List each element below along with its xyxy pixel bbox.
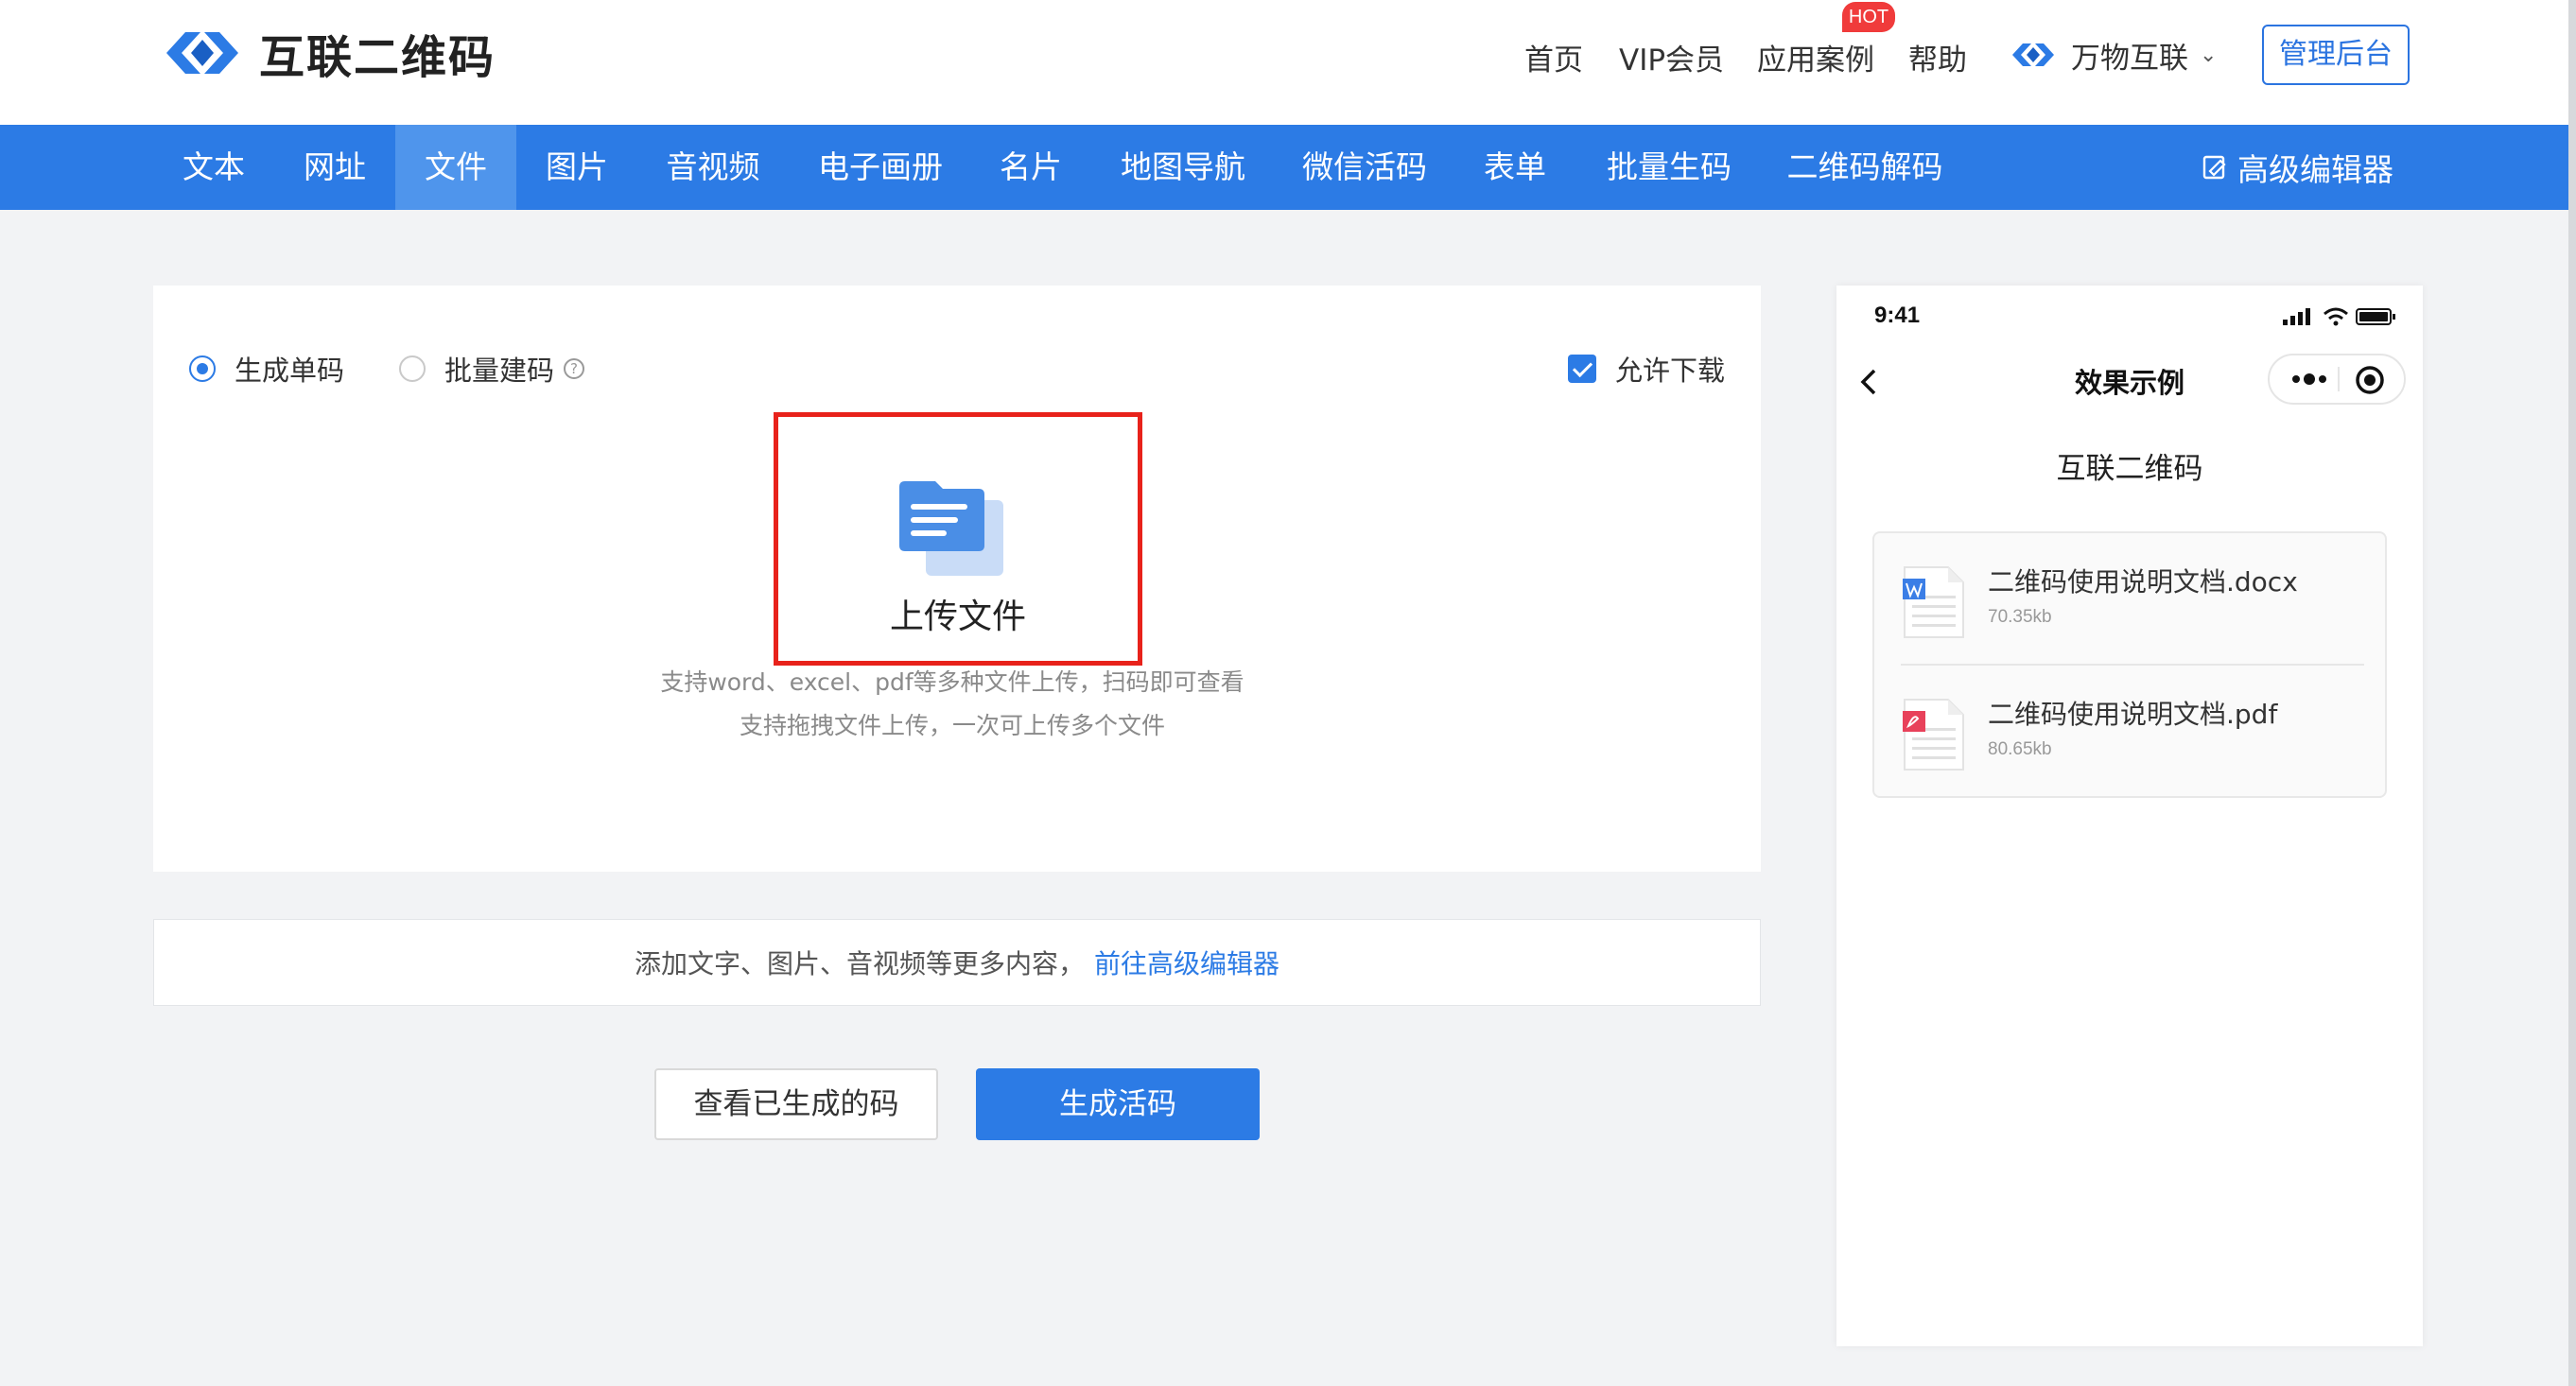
radio-single-label: 生成单码 (235, 355, 345, 387)
radio-single-code[interactable]: 生成单码 (189, 350, 344, 388)
tab-batch-generate[interactable]: 批量生码 (1589, 125, 1749, 210)
tab-url[interactable]: 网址 (274, 125, 395, 210)
pdf-file-icon (1903, 699, 1964, 771)
tab-wechat-live-code[interactable]: 微信活码 (1284, 125, 1445, 210)
capsule-divider (2338, 367, 2340, 391)
more-dots-icon[interactable] (2283, 355, 2336, 403)
miniprogram-capsule[interactable] (2268, 354, 2406, 405)
radio-batch-code[interactable]: 批量建码 ? (399, 350, 585, 388)
window-edge (2568, 0, 2576, 1386)
phone-preview: 9:41 效果示例 互联二维码 二维码使用说明文档.docx 70.35kb 二… (1836, 286, 2423, 1346)
file-size: 80.65kb (1988, 739, 2052, 759)
tab-qr-decode[interactable]: 二维码解码 (1774, 125, 1956, 210)
file-size: 70.35kb (1988, 607, 2052, 627)
tab-e-album[interactable]: 电子画册 (798, 125, 963, 210)
radio-button[interactable] (399, 355, 426, 382)
radio-button-checked[interactable] (189, 355, 216, 382)
close-target-icon[interactable] (2353, 363, 2387, 397)
status-bar-icons (2283, 307, 2395, 326)
upload-card: 生成单码 批量建码 ? 允许下载 上传文件 支持word、excel、pdf等多… (153, 286, 1761, 872)
word-file-icon (1903, 566, 1964, 638)
status-bar-time: 9:41 (1874, 303, 1921, 328)
file-list-item[interactable]: 二维码使用说明文档.pdf 80.65kb (1901, 686, 2364, 790)
view-generated-codes-button[interactable]: 查看已生成的码 (654, 1068, 938, 1140)
upload-hint-drag: 支持拖拽文件上传，一次可上传多个文件 (739, 712, 1165, 739)
chevron-down-icon: ⌄ (2200, 43, 2218, 67)
tab-image[interactable]: 图片 (516, 125, 637, 210)
allow-download-checkbox[interactable]: 允许下载 (1568, 350, 1725, 388)
tab-business-card[interactable]: 名片 (974, 125, 1088, 210)
site-logo[interactable]: 互联二维码 (157, 19, 496, 87)
brand-logo-icon (2012, 43, 2054, 66)
advanced-editor-link-inline[interactable]: 前往高级编辑器 (1094, 944, 1279, 981)
file-list-divider (1901, 664, 2364, 666)
tab-file[interactable]: 文件 (395, 125, 516, 210)
tab-audio-video[interactable]: 音视频 (643, 125, 783, 210)
more-content-bar: 添加文字、图片、音视频等更多内容， 前往高级编辑器 (153, 919, 1761, 1006)
top-header: 互联二维码 首页 VIP会员 应用案例 HOT 帮助 万物互联 ⌄ 管理后台 (0, 0, 2576, 125)
logo-text: 互联二维码 (259, 31, 496, 84)
advanced-editor-label: 高级编辑器 (2237, 151, 2393, 188)
allow-download-label: 允许下载 (1615, 355, 1726, 387)
phone-subtitle: 互联二维码 (2056, 452, 2203, 486)
tab-form[interactable]: 表单 (1458, 125, 1572, 210)
admin-console-button[interactable]: 管理后台 (2262, 25, 2410, 85)
logo-icon (166, 32, 238, 74)
advanced-editor-link[interactable]: 高级编辑器 (2202, 125, 2393, 210)
radio-batch-label: 批量建码 (444, 355, 555, 387)
upload-hint-formats: 支持word、excel、pdf等多种文件上传，扫码即可查看 (660, 668, 1244, 696)
generate-live-code-button[interactable]: 生成活码 (976, 1068, 1260, 1140)
nav-help[interactable]: 帮助 (1908, 36, 1967, 78)
nav-cases[interactable]: 应用案例 (1757, 36, 1874, 78)
checkbox-checked[interactable] (1568, 355, 1596, 383)
file-name: 二维码使用说明文档.pdf (1988, 699, 2278, 730)
hot-badge: HOT (1842, 2, 1895, 32)
tab-text[interactable]: 文本 (153, 125, 274, 210)
tab-map-navigation[interactable]: 地图导航 (1103, 125, 1263, 210)
edit-icon (2202, 155, 2226, 180)
upload-file-label: 上传文件 (889, 598, 1026, 636)
file-list: 二维码使用说明文档.docx 70.35kb 二维码使用说明文档.pdf 80.… (1872, 531, 2387, 798)
nav-home[interactable]: 首页 (1524, 36, 1583, 78)
brand-switcher[interactable]: 万物互联 ⌄ (2009, 34, 2217, 76)
help-icon[interactable]: ? (564, 358, 585, 379)
file-list-item[interactable]: 二维码使用说明文档.docx 70.35kb (1901, 554, 2364, 658)
category-tabs: 文本 网址 文件 图片 音视频 电子画册 名片 地图导航 微信活码 表单 批量生… (0, 125, 2576, 210)
folder-file-icon (899, 481, 1003, 576)
brand-switcher-label: 万物互联 (2071, 41, 2188, 76)
nav-vip[interactable]: VIP会员 (1619, 36, 1724, 78)
file-name: 二维码使用说明文档.docx (1988, 566, 2298, 598)
upload-file-dropzone[interactable]: 上传文件 (774, 412, 1142, 666)
more-content-text: 添加文字、图片、音视频等更多内容， (634, 948, 1085, 979)
